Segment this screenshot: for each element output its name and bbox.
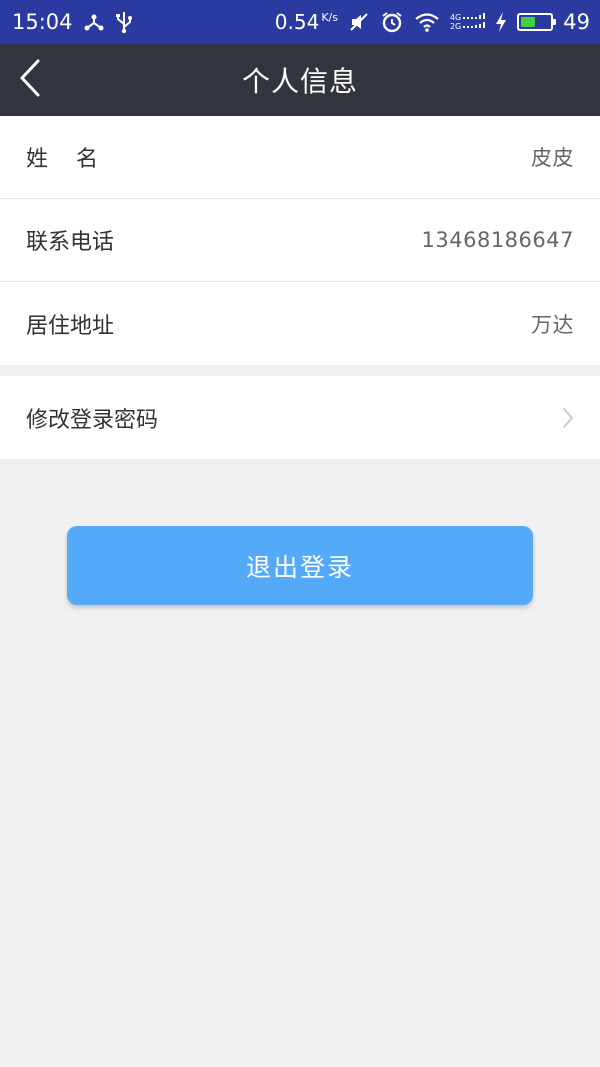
settings-list: 修改登录密码 xyxy=(0,376,600,459)
address-row: 居住地址 万达 xyxy=(0,282,600,365)
chevron-right-icon xyxy=(562,407,574,429)
usb-icon xyxy=(115,10,133,34)
wifi-icon xyxy=(414,10,440,34)
name-row: 姓名 皮皮 xyxy=(0,116,600,199)
charging-icon xyxy=(495,10,507,34)
battery-icon xyxy=(517,13,557,31)
chevron-left-icon xyxy=(18,58,42,102)
name-label: 姓名 xyxy=(26,147,127,172)
mute-icon xyxy=(348,10,370,34)
status-bar: 15:04 0.54 K/s 4G 2G 49 xyxy=(0,0,600,44)
battery-level: 49 xyxy=(563,10,590,34)
name-value: 皮皮 xyxy=(531,146,574,170)
signal-icon: 4G 2G xyxy=(449,13,462,31)
address-value: 万达 xyxy=(531,312,574,337)
change-password-label: 修改登录密码 xyxy=(26,407,159,433)
alarm-icon xyxy=(380,10,404,34)
logout-button[interactable]: 退出登录 xyxy=(67,526,533,605)
change-password-row[interactable]: 修改登录密码 xyxy=(0,376,600,459)
back-button[interactable] xyxy=(8,56,52,104)
page-title: 个人信息 xyxy=(241,65,358,98)
status-time: 15:04 xyxy=(12,10,73,34)
share-icon xyxy=(83,10,105,34)
network-speed: 0.54 K/s xyxy=(274,10,338,34)
phone-row: 联系电话 13468186647 xyxy=(0,199,600,282)
phone-value: 13468186647 xyxy=(421,228,574,252)
profile-info-list: 姓名 皮皮 联系电话 13468186647 居住地址 万达 xyxy=(0,116,600,365)
phone-label: 联系电话 xyxy=(26,230,115,255)
signal-bars-icon xyxy=(463,10,486,34)
address-label: 居住地址 xyxy=(26,313,115,339)
nav-bar: 个人信息 xyxy=(0,44,600,116)
